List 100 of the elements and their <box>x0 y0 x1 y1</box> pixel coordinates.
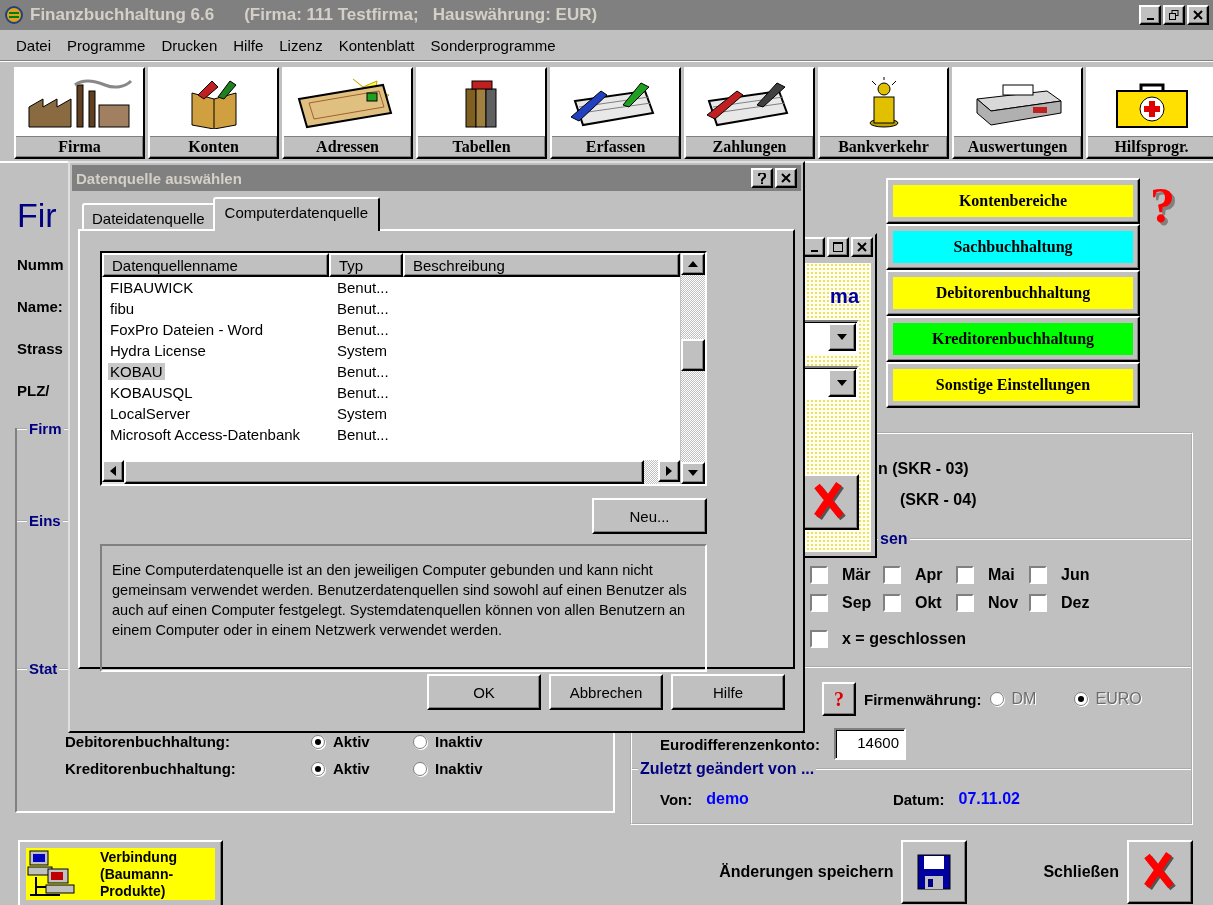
month-checkbox[interactable]: Mai <box>956 566 1029 584</box>
table-cell-text: Benut... <box>336 384 390 401</box>
toolbar-button[interactable]: Erfassen <box>550 67 681 159</box>
euro-account-label: Eurodifferenzenkonto: <box>660 736 820 753</box>
menu-item[interactable]: Programme <box>67 36 146 54</box>
field-label: Name: <box>17 297 63 315</box>
toolbar-button[interactable]: Bankverkehr <box>818 67 949 159</box>
month-checkbox[interactable]: Jun <box>1029 566 1102 584</box>
menu-item[interactable]: Hilfe <box>233 36 264 54</box>
list-item[interactable]: FoxPro Dateien - Word <box>108 321 266 338</box>
field-label: PLZ/ <box>17 381 50 399</box>
dialog-button[interactable]: Hilfe <box>671 674 785 710</box>
minimize-button[interactable] <box>803 237 825 257</box>
table-cell-text: System <box>336 342 388 359</box>
menu-item[interactable]: Drucken <box>161 36 218 54</box>
list-item[interactable]: Microsoft Access-Datenbank <box>108 426 303 443</box>
maximize-icon <box>833 242 843 252</box>
table-cell-text: System <box>336 405 388 422</box>
window-subtitle: (Firma: 111 Testfirma; Hauswährung: EUR) <box>244 5 598 25</box>
scrollbar-track[interactable] <box>644 460 658 484</box>
list-item[interactable]: LocalServer <box>108 405 193 422</box>
close-icon <box>781 173 791 183</box>
close-button[interactable] <box>1187 5 1209 25</box>
toolbar-button[interactable]: Konten <box>148 67 279 159</box>
down-arrow-icon <box>688 470 698 476</box>
question-icon <box>758 172 766 184</box>
save-button[interactable] <box>901 840 968 904</box>
column-header[interactable]: Typ <box>329 253 403 277</box>
scrollbar-thumb[interactable] <box>681 339 705 371</box>
menu-item[interactable]: Sonderprogramme <box>430 36 556 54</box>
menu-item[interactable]: Kontenblatt <box>338 36 415 54</box>
column-header[interactable]: Datenquellenname <box>102 253 329 277</box>
app-icon <box>4 5 24 25</box>
table-cell-text: Benut... <box>336 426 390 443</box>
tab[interactable]: Computerdatenquelle <box>212 197 381 231</box>
changed-by-label: Von: <box>660 790 693 808</box>
new-button[interactable]: Neu... <box>592 498 707 534</box>
close-icon <box>857 242 867 252</box>
minimize-button[interactable] <box>1139 5 1161 25</box>
toolbar-button[interactable]: Hilfsprogr. <box>1086 67 1213 159</box>
radio-option[interactable]: Inaktiv <box>413 760 515 777</box>
month-checkbox[interactable]: Dez <box>1029 594 1102 612</box>
month-checkbox[interactable]: Apr <box>883 566 956 584</box>
chart-of-accounts-label: (SKR - 04) <box>900 491 977 509</box>
table-cell-text: Benut... <box>336 279 390 296</box>
dialog-button[interactable]: Abbrechen <box>549 674 663 710</box>
group-title: Eins <box>27 512 63 529</box>
scroll-up-button[interactable] <box>681 253 705 275</box>
toolbar-button[interactable]: Auswertungen <box>952 67 1083 159</box>
list-item[interactable]: fibu <box>108 300 137 317</box>
toolbar-button[interactable]: Zahlungen <box>684 67 815 159</box>
scrollbar-thumb[interactable] <box>124 460 644 484</box>
month-checkbox[interactable]: Mär <box>810 566 883 584</box>
radio-option[interactable]: Inaktiv <box>413 733 515 750</box>
toolbar-button[interactable]: Firma <box>14 67 145 159</box>
section-button[interactable]: Sonstige Einstellungen <box>886 362 1140 408</box>
close-button[interactable] <box>775 168 797 188</box>
list-item[interactable]: KOBAUSQL <box>108 384 195 401</box>
list-item[interactable]: FIBAUWICK <box>108 279 196 296</box>
radio-option[interactable]: Aktiv <box>311 760 413 777</box>
restore-button[interactable] <box>1163 5 1185 25</box>
description-text: Eine Computerdatenquelle ist an den jeweiligen Computer gebunden und kann nicht gemeinsam verwendet werden. Benutzerdatenquellen sind sowohl auf einen Benutzer als auch auf einen Computer festgelegt. Systemdatenquellen können von allen Benutzern an einem Computer oder in einem Netzwerk verwendet werden. <box>112 561 688 640</box>
right-arrow-icon <box>666 466 672 476</box>
connection-button[interactable]: Verbindung (Baumann- Produkte) <box>18 840 223 905</box>
month-checkbox[interactable]: Okt <box>883 594 956 612</box>
scroll-right-button[interactable] <box>658 460 680 482</box>
scroll-left-button[interactable] <box>102 460 124 482</box>
up-arrow-icon <box>688 261 698 267</box>
list-item[interactable]: KOBAU <box>108 363 165 380</box>
window-title: Finanzbuchhaltung 6.6 <box>30 5 215 25</box>
close-form-button[interactable] <box>1127 840 1193 904</box>
menu-item[interactable]: Lizenz <box>279 36 323 54</box>
cross-icon <box>1143 852 1177 892</box>
month-checkbox[interactable]: Nov <box>956 594 1029 612</box>
window-heading: ma <box>830 285 859 308</box>
toolbar-button[interactable]: Tabellen <box>416 67 547 159</box>
dropdown-arrow-icon <box>837 380 847 386</box>
radio-option[interactable]: Aktiv <box>311 733 413 750</box>
section-button[interactable]: Kontenbereiche <box>886 178 1140 224</box>
field-label: Numm <box>17 255 64 273</box>
chart-of-accounts-label: n (SKR - 03) <box>878 460 969 478</box>
scroll-down-button[interactable] <box>681 462 705 484</box>
section-button[interactable]: Sachbuchhaltung <box>886 224 1140 270</box>
close-icon <box>1193 10 1203 20</box>
help-button[interactable] <box>751 168 773 188</box>
field-label: Strass <box>17 339 63 357</box>
month-checkbox[interactable]: Sep <box>810 594 883 612</box>
minimize-icon <box>1146 17 1154 20</box>
left-arrow-icon <box>110 466 116 476</box>
toolbar-button[interactable]: Adressen <box>282 67 413 159</box>
close-button[interactable] <box>851 237 873 257</box>
dialog-button[interactable]: OK <box>427 674 541 710</box>
column-header[interactable]: Beschreibung <box>403 253 680 277</box>
maximize-button[interactable] <box>827 237 849 257</box>
euro-account-field[interactable]: 14600 <box>834 728 906 760</box>
section-button[interactable]: Debitorenbuchhaltung <box>886 270 1140 316</box>
section-button[interactable]: Kreditorenbuchhaltung <box>886 316 1140 362</box>
list-item[interactable]: Hydra License <box>108 342 208 359</box>
tab[interactable]: Dateidatenquelle <box>82 203 215 231</box>
menu-item[interactable]: Datei <box>16 36 52 54</box>
